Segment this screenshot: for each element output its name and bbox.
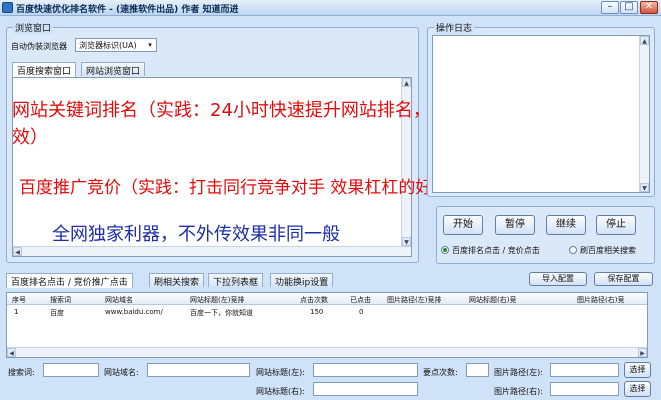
table-cell-clicked[interactable]: 0 — [359, 308, 363, 316]
minimize-button[interactable]: – — [601, 1, 619, 14]
promo-line-4: 全网独家利器，不外传效果非同一般 — [52, 224, 340, 245]
browse-window-legend: 浏览窗口 — [13, 21, 54, 34]
scroll-left-icon[interactable]: ◀ — [7, 348, 16, 357]
table-cell-title-left[interactable]: 百度一下，你就知道 — [190, 308, 253, 318]
clicks-label: 要点次数: — [423, 368, 458, 377]
title-left-label: 网站标题(左): — [256, 368, 305, 377]
radio-related-search[interactable] — [569, 246, 577, 254]
chevron-down-icon: ▾ — [148, 41, 152, 49]
col-header-clicks[interactable]: 点击次数 — [300, 295, 328, 305]
operation-log-textarea[interactable]: ▲ ▼ — [432, 35, 650, 193]
tab-site-browse[interactable]: 网站浏览窗口 — [81, 62, 146, 77]
ua-select[interactable]: 浏览器标识(UA) ▾ — [75, 38, 157, 52]
choose-img-left-button[interactable]: 选择 — [624, 362, 651, 378]
ua-label: 自动伪装浏览器 — [11, 42, 67, 51]
col-header-index[interactable]: 序号 — [12, 295, 26, 305]
app-icon — [2, 2, 13, 13]
img-right-label: 图片路径(右): — [494, 387, 543, 396]
title-right-input[interactable] — [313, 382, 418, 396]
col-header-title-right[interactable]: 网站标题(右)竞 — [469, 295, 516, 305]
clicks-input[interactable] — [466, 363, 489, 377]
img-left-label: 图片路径(左): — [494, 368, 543, 377]
scroll-down-icon[interactable]: ▼ — [402, 237, 411, 246]
col-header-img-left[interactable]: 图片路径(左)竞排 — [387, 295, 441, 305]
maximize-button[interactable]: □ — [620, 1, 638, 14]
title-bar: 百度快速优化排名软件 - (速推软件出品) 作者 知道而进 – □ ✕ — [0, 0, 661, 16]
scroll-up-icon[interactable]: ▲ — [402, 78, 411, 87]
scroll-up-icon[interactable]: ▲ — [640, 36, 649, 45]
stop-button[interactable]: 停止 — [596, 215, 636, 235]
radio-rank-click[interactable] — [441, 246, 449, 254]
col-header-title-left[interactable]: 网站标题(左)竞排 — [190, 295, 244, 305]
keyword-label: 搜索词: — [8, 368, 35, 377]
pause-button[interactable]: 暂停 — [495, 215, 535, 235]
col-header-img-right[interactable]: 图片路径(右)竞 — [577, 295, 624, 305]
log-vscroll[interactable]: ▲ ▼ — [639, 36, 649, 192]
domain-label: 网站域名: — [104, 368, 139, 377]
resume-button[interactable]: 继续 — [546, 215, 586, 235]
window-title: 百度快速优化排名软件 - (速推软件出品) 作者 知道而进 — [16, 5, 239, 15]
choose-img-right-button[interactable]: 选择 — [624, 381, 651, 397]
col-header-keyword[interactable]: 搜索词 — [50, 295, 71, 305]
table-hscroll[interactable]: ◀ ▶ — [7, 347, 647, 357]
ua-select-value: 浏览器标识(UA) — [79, 41, 137, 50]
operation-log-legend: 操作日志 — [434, 21, 475, 34]
keyword-input[interactable] — [43, 363, 99, 377]
tab-rank-click[interactable]: 百度排名点击 / 竞价推广点击 — [6, 273, 133, 288]
img-left-input[interactable] — [550, 363, 619, 377]
tab-baidu-search[interactable]: 百度搜索窗口 — [12, 62, 77, 77]
title-right-label: 网站标题(右): — [256, 387, 305, 396]
table-cell-clicks[interactable]: 150 — [310, 308, 323, 316]
browser-view-hscroll[interactable]: ◀ — [13, 246, 411, 256]
table-cell-domain[interactable]: www.baidu.com/ — [105, 308, 163, 316]
col-header-clicked[interactable]: 已点击 — [350, 295, 371, 305]
tab-dropdown[interactable]: 下拉列表框 — [208, 273, 264, 288]
tab-related-search[interactable]: 刷相关搜索 — [149, 273, 205, 288]
col-header-domain[interactable]: 网站域名 — [105, 295, 133, 305]
scroll-right-icon[interactable]: ▶ — [638, 348, 647, 357]
save-config-button[interactable]: 保存配置 — [594, 272, 653, 286]
start-button[interactable]: 开始 — [443, 215, 483, 235]
close-button[interactable]: ✕ — [640, 1, 658, 14]
scroll-left-icon[interactable]: ◀ — [13, 247, 22, 256]
promo-line-3: 百度推广竞价（实践：打击同行竞争对手 效果杠杠的好） — [19, 178, 450, 198]
promo-line-2: 效） — [12, 127, 48, 148]
domain-input[interactable] — [147, 363, 250, 377]
table-cell-index[interactable]: 1 — [14, 308, 18, 316]
radio-related-search-label: 刷百度相关搜索 — [580, 246, 636, 255]
radio-rank-click-label: 百度排名点击 / 竞价点击 — [452, 246, 540, 255]
scroll-down-icon[interactable]: ▼ — [640, 183, 649, 192]
tab-ip-settings[interactable]: 功能换ip设置 — [270, 273, 334, 288]
img-right-input[interactable] — [550, 382, 619, 396]
import-config-button[interactable]: 导入配置 — [529, 272, 587, 286]
title-left-input[interactable] — [313, 363, 418, 377]
table-cell-keyword[interactable]: 百度 — [50, 308, 64, 318]
task-table[interactable]: 序号 搜索词 网站域名 网站标题(左)竞排 点击次数 已点击 图片路径(左)竞排… — [6, 292, 648, 358]
